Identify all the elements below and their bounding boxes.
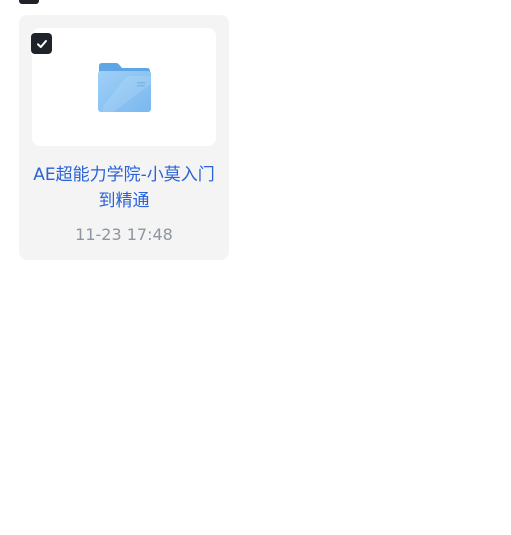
file-grid: AE超能力学院-小莫入门到精通 11-23 17:48 (0, 0, 511, 535)
card-checkbox[interactable] (31, 33, 52, 54)
select-all-checkbox[interactable] (19, 0, 39, 4)
folder-name[interactable]: AE超能力学院-小莫入门到精通 (29, 162, 219, 214)
modified-time: 11-23 17:48 (75, 225, 173, 244)
checkmark-icon (36, 39, 47, 48)
folder-thumbnail[interactable] (32, 28, 216, 146)
folder-card[interactable]: AE超能力学院-小莫入门到精通 11-23 17:48 (19, 15, 229, 260)
folder-icon (98, 63, 151, 112)
